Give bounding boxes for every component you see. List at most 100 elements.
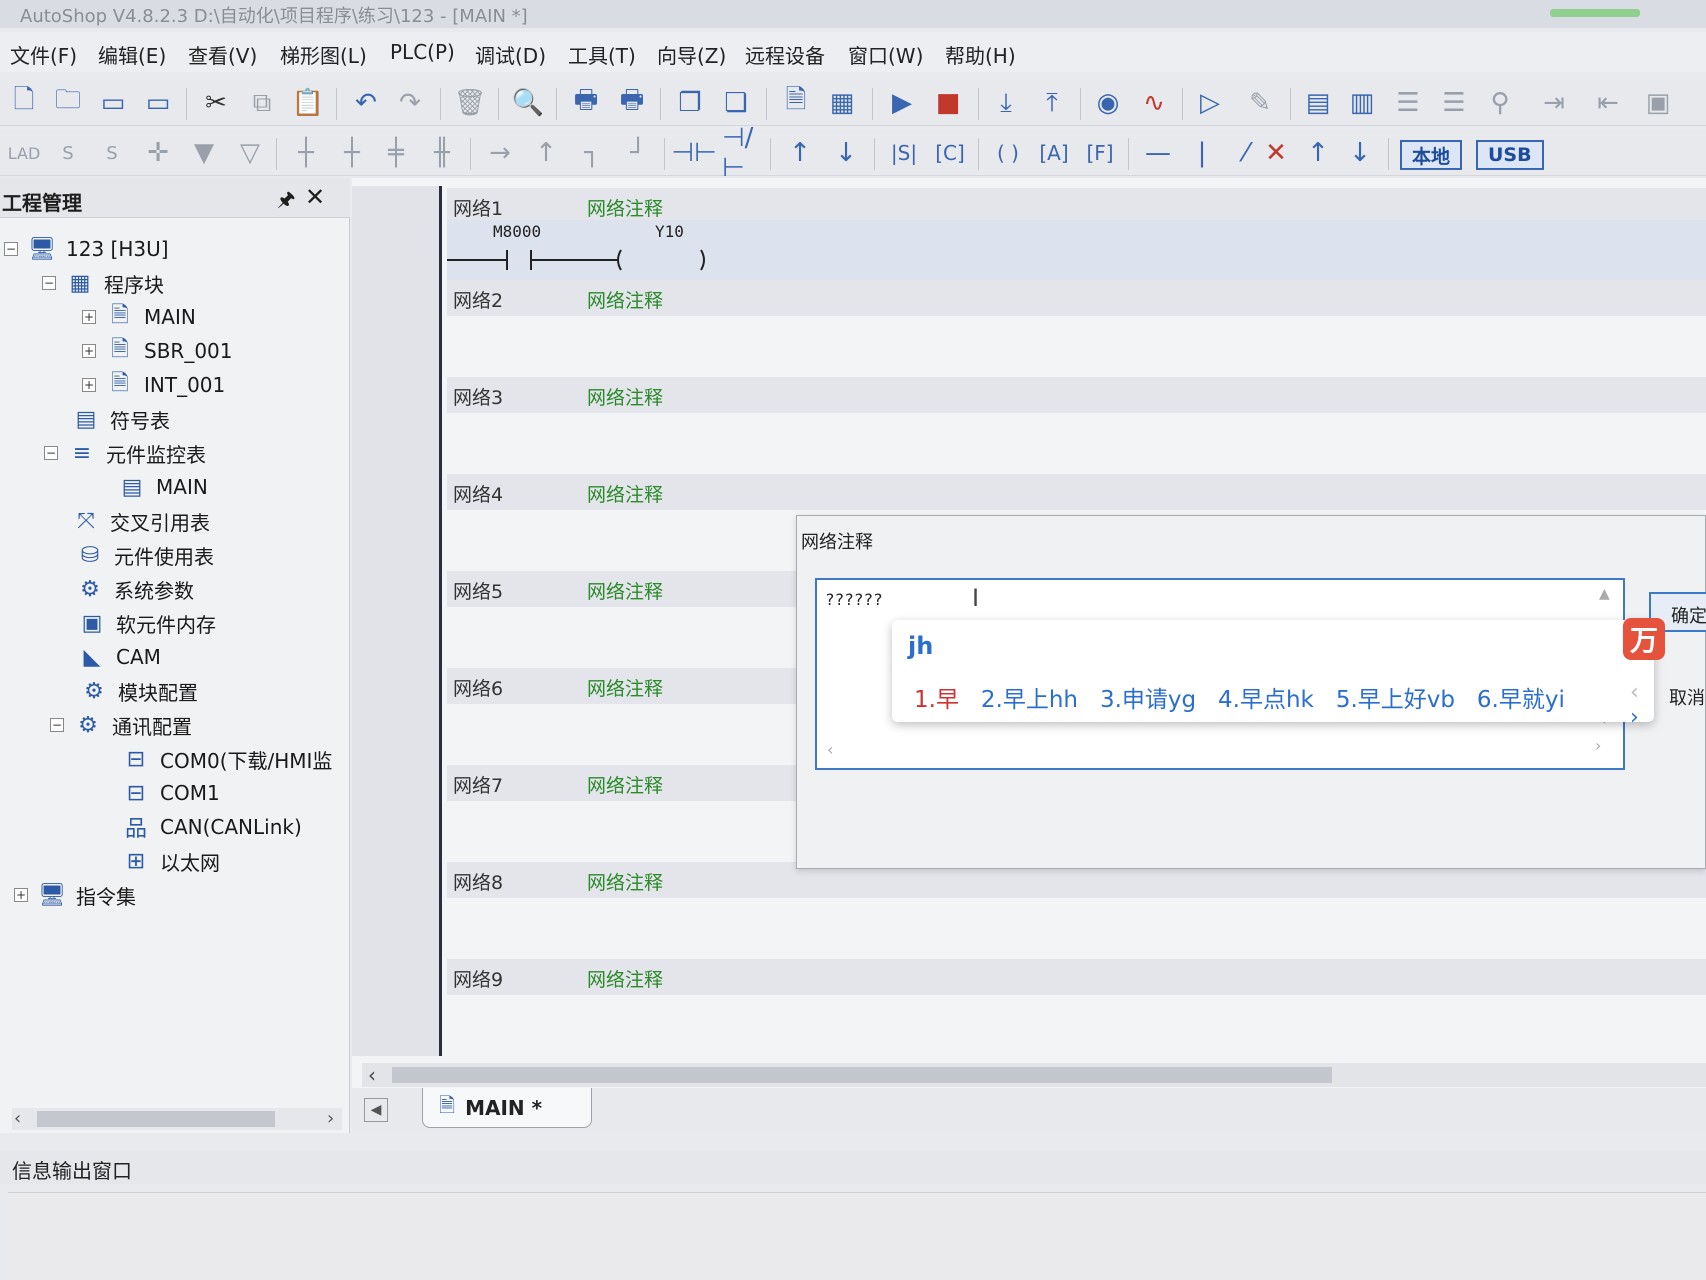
tree-item-com0[interactable]: ⊟ COM0(下载/HMI监 <box>122 744 333 774</box>
nc-contact-icon[interactable]: ⊣/⊢ <box>722 123 758 183</box>
menu-debug[interactable]: 调试(D) <box>475 40 546 69</box>
expand-icon[interactable]: + <box>82 344 96 358</box>
hline-icon[interactable]: → <box>482 136 518 170</box>
tree-item-monitor-table[interactable]: − ≡ 元件监控表 <box>44 438 206 468</box>
window-icon[interactable]: ❐ <box>672 86 708 120</box>
tree-item-cross-ref[interactable]: ⤧ 交叉引用表 <box>72 506 210 536</box>
tree-item-usage-table[interactable]: ⛁ 元件使用表 <box>76 540 214 570</box>
expand-icon[interactable]: + <box>82 310 96 324</box>
tree-item-comm-config[interactable]: − ⚙ 通讯配置 <box>50 710 192 740</box>
menu-help[interactable]: 帮助(H) <box>945 40 1016 69</box>
collapse-icon[interactable]: − <box>50 718 64 732</box>
tree-item-project[interactable]: − 🖥 123 [H3U] <box>4 234 169 264</box>
undo-icon[interactable]: ↶ <box>348 86 384 120</box>
align-right-icon[interactable]: ☰ <box>1436 86 1472 120</box>
scroll-left-icon[interactable]: ‹ <box>14 1108 21 1129</box>
trace-icon[interactable]: ∿ <box>1136 86 1172 120</box>
ime-candidate[interactable]: 1.早 <box>914 687 959 713</box>
cross2-icon[interactable]: ✕ <box>1258 136 1294 170</box>
tree-item-ethernet[interactable]: ⊞ 以太网 <box>122 846 220 876</box>
menu-tools[interactable]: 工具(T) <box>568 40 636 69</box>
tree-item-symbol-table[interactable]: ▤ 符号表 <box>72 404 170 434</box>
tab-scroll-left-icon[interactable]: ◀ <box>364 1098 388 1122</box>
scroll-left-icon[interactable]: ‹ <box>827 740 833 759</box>
monitor-icon[interactable]: ◉ <box>1090 86 1126 120</box>
no-contact-icon[interactable]: ⊣⊢ <box>671 136 716 170</box>
ime-candidate[interactable]: 6.早就yi <box>1477 687 1565 713</box>
tree-item-module-config[interactable]: ⚙ 模块配置 <box>80 676 198 706</box>
collapse-icon[interactable]: − <box>44 446 58 460</box>
ime-candidate[interactable]: 2.早上hh <box>981 687 1078 713</box>
scroll-left-icon[interactable]: ‹ <box>368 1063 376 1087</box>
cancel-button[interactable]: 取消 <box>1649 676 1706 716</box>
branch4-icon[interactable]: ╫ <box>424 136 460 170</box>
network-comment[interactable]: 网络注释 <box>587 383 663 410</box>
expand-icon[interactable]: + <box>82 378 96 392</box>
scroll-right-icon[interactable]: › <box>327 1108 334 1129</box>
print-icon[interactable]: 🖶 <box>614 85 650 120</box>
tree-item-cam[interactable]: ◣ CAM <box>78 642 161 672</box>
ladder-mode-icon[interactable]: LAD <box>6 136 42 170</box>
logout-icon[interactable]: ⇤ <box>1590 86 1626 120</box>
tree-item-int001[interactable]: + 🗎 INT_001 <box>82 370 225 400</box>
menu-wizard[interactable]: 向导(Z) <box>657 40 726 69</box>
app-instruction-icon[interactable]: [A] <box>1036 136 1072 170</box>
network-1-rung[interactable]: M8000 Y10 <box>447 220 1706 286</box>
upload-icon[interactable]: ⤒ <box>1034 86 1070 120</box>
delete-icon[interactable]: 🗑 <box>452 86 488 120</box>
menu-file[interactable]: 文件(F) <box>10 40 77 69</box>
network-comment[interactable]: 网络注释 <box>587 480 663 507</box>
run-icon[interactable]: ▶ <box>884 86 920 120</box>
edit-icon[interactable]: ✎ <box>1242 86 1278 120</box>
stl-mode-icon[interactable]: S <box>94 136 130 170</box>
redo-icon[interactable]: ↷ <box>392 86 428 120</box>
menu-remote-device[interactable]: 远程设备 <box>745 40 825 69</box>
local-toggle[interactable]: 本地 <box>1400 140 1463 170</box>
tab-main[interactable]: 🗎 MAIN * <box>422 1088 592 1128</box>
tree-item-com1[interactable]: ⊟ COM1 <box>122 778 220 808</box>
falling-contact-icon[interactable]: ↓ <box>828 136 864 170</box>
network-comment[interactable]: 网络注释 <box>587 868 663 895</box>
cross-icon[interactable]: ✛ <box>140 136 176 170</box>
network-comment[interactable]: 网络注释 <box>587 194 663 221</box>
find-icon[interactable]: 🔍 <box>510 86 546 120</box>
download-icon[interactable]: ⤓ <box>988 86 1024 120</box>
compile-icon[interactable]: ▤ <box>1300 86 1336 120</box>
branch1-icon[interactable]: ┼ <box>288 136 324 170</box>
sfc-mode-icon[interactable]: S <box>50 136 86 170</box>
corner2-icon[interactable]: ┘ <box>620 136 656 170</box>
branch2-icon[interactable]: ┼ <box>334 136 370 170</box>
compile-all-icon[interactable]: ▥ <box>1344 86 1380 120</box>
network-header[interactable]: 网络2 网络注释 <box>447 280 1706 316</box>
align-left-icon[interactable]: ☰ <box>1390 86 1426 120</box>
corner1-icon[interactable]: ┐ <box>574 136 610 170</box>
usb-toggle[interactable]: USB <box>1476 140 1544 170</box>
network-header[interactable]: 网络9 网络注释 <box>447 959 1706 995</box>
network-header[interactable]: 网络3 网络注释 <box>447 377 1706 413</box>
set-contact-icon[interactable]: |S| <box>886 136 922 170</box>
cut-icon[interactable]: ✂ <box>198 86 234 120</box>
tree-item-main[interactable]: + 🗎 MAIN <box>82 302 196 332</box>
save-all-icon[interactable]: ▭ <box>140 86 176 120</box>
rising-contact-icon[interactable]: ↑ <box>782 136 818 170</box>
menu-edit[interactable]: 编辑(E) <box>98 40 166 69</box>
stop-icon[interactable]: ■ <box>930 86 966 120</box>
tree-item-instruction-set[interactable]: + 🖥 指令集 <box>14 880 136 910</box>
pin-icon[interactable]: 🖈 <box>277 185 296 219</box>
up-icon[interactable]: ↑ <box>1300 136 1336 170</box>
info-output-body[interactable] <box>8 1192 1706 1280</box>
open-icon[interactable]: 🗀 <box>50 85 86 120</box>
menu-plc[interactable]: PLC(P) <box>390 40 455 64</box>
vline2-icon[interactable]: | <box>1184 136 1220 170</box>
collapse-icon[interactable]: − <box>4 242 18 256</box>
network-comment[interactable]: 网络注释 <box>587 577 663 604</box>
tree-item-memory[interactable]: ▣ 软元件内存 <box>78 608 216 638</box>
tree-item-monitor-main[interactable]: ▤ MAIN <box>118 472 208 502</box>
ime-candidate[interactable]: 5.早上好vb <box>1336 687 1455 713</box>
paste-icon[interactable]: 📋 <box>290 86 326 120</box>
tree-item-sbr001[interactable]: + 🗎 SBR_001 <box>82 336 233 366</box>
ime-logo-icon[interactable]: 万 <box>1623 618 1665 660</box>
new-icon[interactable]: 🗋 <box>6 85 42 120</box>
debug-run-icon[interactable]: ▷ <box>1192 86 1228 120</box>
ime-next-icon[interactable]: › <box>1630 705 1639 730</box>
